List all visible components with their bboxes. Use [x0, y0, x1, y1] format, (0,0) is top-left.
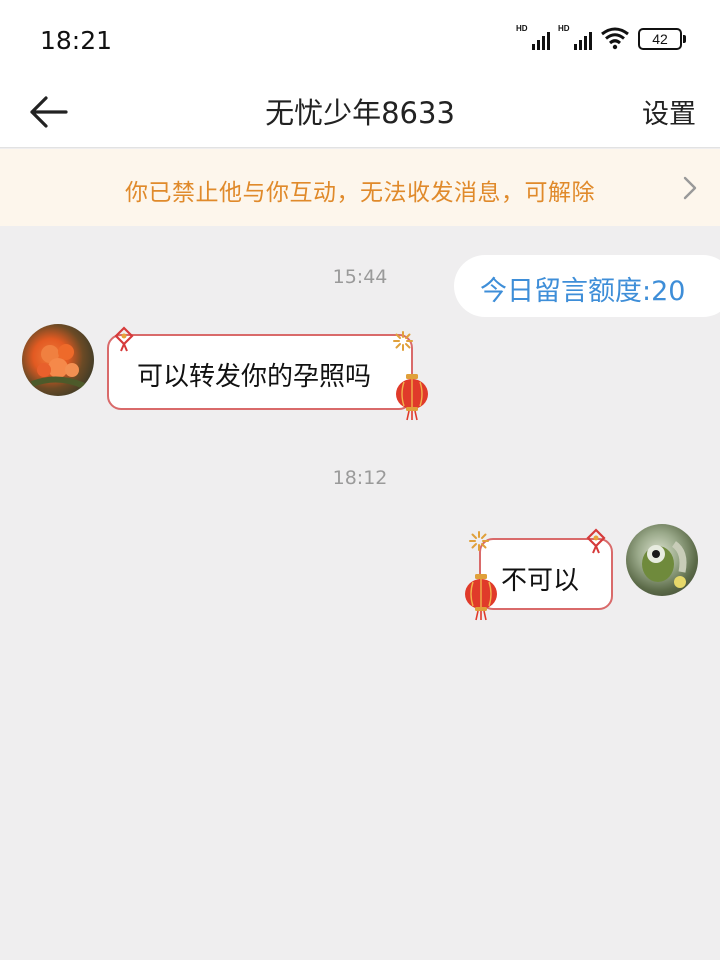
message-bubble-received[interactable]: 可以转发你的孕照吗: [107, 334, 413, 410]
hd-label: HD: [516, 24, 528, 33]
quota-badge: 今日留言额度:20: [454, 255, 720, 317]
block-notice-text: 你已禁止他与你互动，无法收发消息，可解除: [125, 180, 595, 206]
battery-icon: 42: [638, 28, 686, 50]
chevron-right-icon: [683, 176, 697, 200]
status-bar: 18:21 HD HD 42: [0, 0, 720, 76]
chinese-knot-icon: [114, 326, 134, 352]
my-avatar[interactable]: [626, 524, 698, 596]
firework-icon: [393, 331, 413, 351]
message-text: 可以转发你的孕照吗: [137, 362, 372, 392]
firework-icon: [469, 531, 489, 551]
contact-avatar[interactable]: [22, 324, 94, 396]
status-time: 18:21: [40, 26, 113, 55]
lantern-icon: [465, 574, 497, 621]
page-title: 无忧少年8633: [265, 96, 455, 130]
chat-header: 无忧少年8633 设置: [0, 76, 720, 148]
status-icons: HD HD 42: [516, 24, 686, 50]
cellular-signal-icon: HD: [558, 24, 592, 50]
chinese-knot-icon: [586, 528, 606, 554]
cellular-signal-icon: HD: [516, 24, 550, 50]
message-timestamp: 18:12: [332, 467, 388, 489]
wifi-icon: [601, 27, 629, 50]
lantern-icon: [396, 374, 428, 421]
message-timestamp: 15:44: [332, 266, 388, 288]
settings-button[interactable]: 设置: [642, 92, 696, 131]
hd-label: HD: [558, 24, 570, 33]
message-text: 不可以: [501, 566, 580, 596]
quota-text: 今日留言额度:20: [480, 276, 686, 307]
block-notice-bar[interactable]: 你已禁止他与你互动，无法收发消息，可解除: [0, 149, 720, 226]
